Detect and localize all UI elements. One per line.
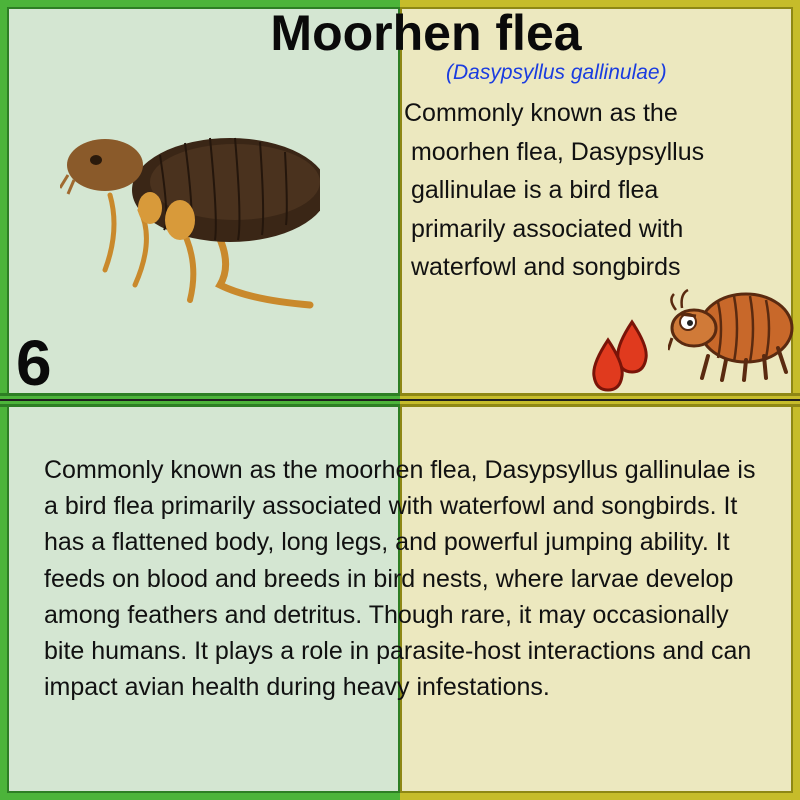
short-description-line: gallinulae is a bird flea	[404, 176, 659, 204]
flea-photo	[60, 137, 320, 309]
short-description-line: primarily associated with	[404, 214, 684, 243]
short-description-line: Commonly known as the	[404, 99, 678, 127]
blood-drops-icon	[592, 319, 648, 392]
short-description: Commonly known as the moorhen flea, Dasy…	[404, 94, 794, 287]
cartoon-flea-icon	[668, 288, 794, 382]
card-number: 6	[16, 327, 52, 399]
short-description-line: moorhen flea, Dasypsyllus	[404, 137, 705, 166]
long-description: Commonly known as the moorhen flea, Dasy…	[44, 456, 756, 702]
scientific-name: (Dasypsyllus gallinulae)	[446, 61, 667, 84]
card-title: Moorhen flea	[270, 5, 582, 61]
species-card: Moorhen flea (Dasypsyllus gallinulae) Co…	[0, 0, 800, 800]
section-divider-line	[0, 399, 800, 401]
